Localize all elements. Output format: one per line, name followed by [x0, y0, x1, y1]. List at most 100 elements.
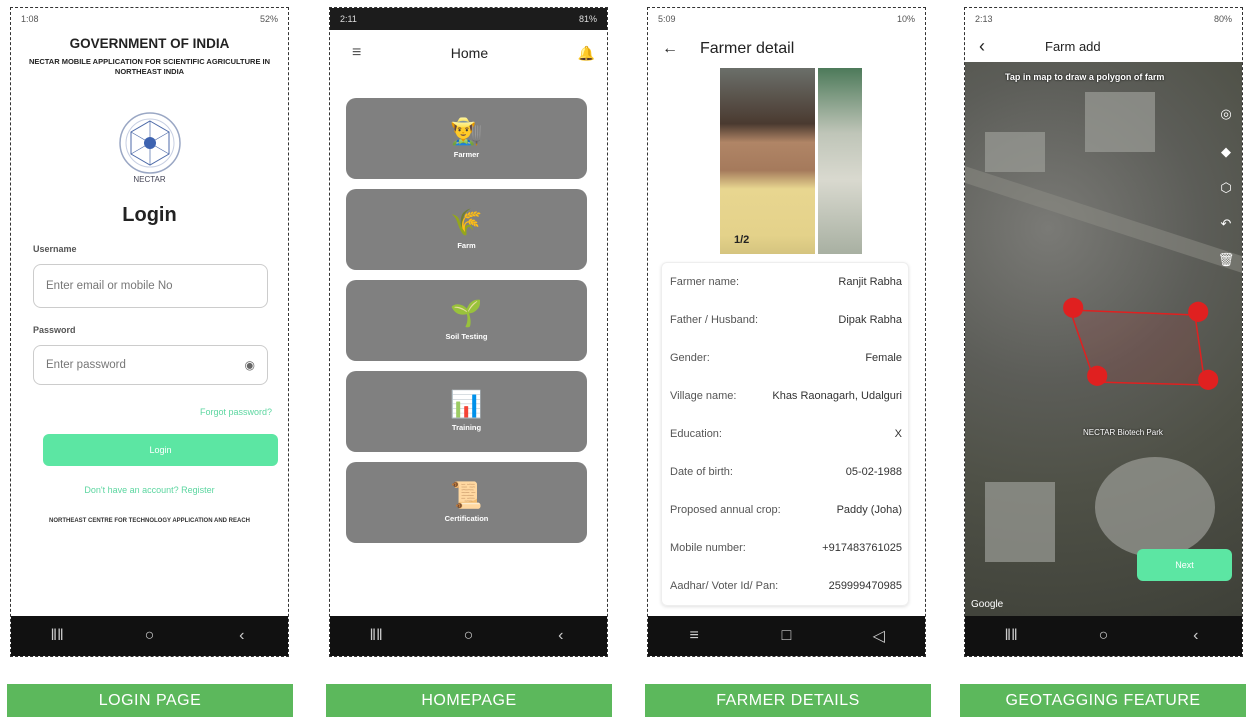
back-arrow-icon[interactable]: ← [662, 40, 678, 58]
login-button[interactable]: Login [43, 434, 278, 466]
home-screen: 2:11 81% ≡ Home 🔔 👨‍🌾 Farmer 🌾 Farm 🌱 So… [329, 7, 608, 657]
caption-homepage: HOMEPAGE [326, 684, 612, 717]
status-battery: 80% [1213, 14, 1232, 24]
photo-counter: 1/2 [734, 234, 750, 246]
page-title: Farm add [1045, 38, 1101, 54]
row-value: X [894, 428, 902, 440]
android-nav-bar: ‖‖ ○ ‹ [330, 616, 607, 656]
detail-row: Farmer name: Ranjit Rabha [662, 263, 908, 301]
card-label: Farmer [453, 150, 480, 159]
map-pin-icon[interactable]: ⬤ [1086, 362, 1108, 387]
username-input[interactable]: Enter email or mobile No [33, 264, 268, 308]
card-farmer[interactable]: 👨‍🌾 Farmer [346, 98, 587, 179]
menu-icon[interactable]: ≡ [352, 44, 361, 62]
home-icon[interactable]: ○ [1088, 627, 1118, 645]
certificate-icon: 📜 [450, 480, 483, 510]
trash-icon[interactable]: 🗑 [1216, 252, 1236, 268]
row-label: Village name: [670, 390, 737, 402]
card-soil-testing[interactable]: 🌱 Soil Testing [346, 280, 587, 361]
status-battery: 52% [259, 14, 278, 24]
detail-row: Date of birth: 05-02-1988 [662, 453, 908, 491]
farmer-detail-screen: 5:09 10% ← Farmer detail 1/2 Farmer name… [647, 7, 926, 657]
card-label: Certification [444, 514, 489, 523]
menu-lines-icon[interactable]: ≡ [679, 627, 709, 645]
soil-icon: 🌱 [450, 298, 483, 328]
app-bar: ≡ Home 🔔 [330, 30, 607, 76]
farmer-photo: 1/2 [720, 68, 815, 254]
map-pin-icon[interactable]: ⬤ [1062, 294, 1084, 319]
card-training[interactable]: 📊 Training [346, 371, 587, 452]
map-pin-icon[interactable]: ⬤ [1197, 366, 1219, 391]
forgot-password-link[interactable]: Forgot password? [11, 407, 272, 417]
map-road [965, 166, 1242, 274]
nectar-logo [11, 111, 288, 175]
place-label: NECTAR Biotech Park [1083, 428, 1163, 437]
chevron-left-icon[interactable]: ‹ [979, 36, 985, 57]
detail-row: Mobile number: +917483761025 [662, 529, 908, 567]
farmer-photo-next [818, 68, 862, 254]
detail-row: Education: X [662, 415, 908, 453]
status-battery: 10% [896, 14, 915, 24]
login-title: Login [122, 204, 177, 226]
back-icon[interactable]: ‹ [546, 627, 576, 645]
home-menu: 👨‍🌾 Farmer 🌾 Farm 🌱 Soil Testing 📊 Train… [330, 98, 607, 543]
eye-icon[interactable]: ◉ [245, 358, 255, 372]
detail-row: Father / Husband: Dipak Rabha [662, 301, 908, 339]
status-bar: 5:09 10% [648, 8, 925, 30]
register-link[interactable]: Don't have an account? Register [11, 485, 288, 495]
caption-farmer-details: FARMER DETAILS [645, 684, 931, 717]
detail-row: Gender: Female [662, 339, 908, 377]
home-icon[interactable]: ○ [453, 627, 483, 645]
status-bar: 2:11 81% [330, 8, 607, 30]
row-value: +917483761025 [822, 542, 902, 554]
app-bar: ← Farmer detail [648, 30, 925, 68]
login-screen: 1:08 52% GOVERNMENT OF INDIA NECTAR MOBI… [10, 7, 289, 657]
satellite-map[interactable]: Tap in map to draw a polygon of farm ◎ ◆… [965, 62, 1242, 616]
map-pin-icon[interactable]: ⬤ [1187, 298, 1209, 323]
locate-icon[interactable]: ◎ [1216, 106, 1236, 122]
logo-text: NECTAR [133, 175, 166, 184]
photo-carousel[interactable]: 1/2 [720, 68, 925, 254]
undo-icon[interactable]: ↶ [1216, 216, 1236, 232]
card-farm[interactable]: 🌾 Farm [346, 189, 587, 270]
map-hint: Tap in map to draw a polygon of farm [1005, 72, 1165, 82]
detail-row: Village name: Khas Raonagarh, Udalguri [662, 377, 908, 415]
bell-icon[interactable]: 🔔 [578, 45, 595, 62]
geotag-screen: 2:13 80% ‹ Farm add Tap in map to draw a… [964, 7, 1243, 657]
footer-text: NORTHEAST CENTRE FOR TECHNOLOGY APPLICAT… [48, 518, 250, 524]
app-subtitle: NECTAR MOBILE APPLICATION FOR SCIENTIFIC… [28, 57, 271, 76]
status-bar: 1:08 52% [11, 8, 288, 30]
map-building [985, 482, 1055, 562]
recents-icon[interactable]: ‖‖ [42, 627, 72, 645]
map-building [1085, 92, 1155, 152]
row-label: Gender: [670, 352, 710, 364]
row-value: 259999470985 [828, 580, 902, 592]
back-icon[interactable]: ‹ [227, 627, 257, 645]
status-time: 1:08 [21, 14, 39, 24]
recents-icon[interactable]: ‖‖ [361, 627, 391, 645]
detail-row: Aadhar/ Voter Id/ Pan: 259999470985 [662, 567, 908, 605]
android-nav-bar: ‖‖ ○ ‹ [965, 616, 1242, 656]
password-input[interactable]: Enter password ◉ [33, 345, 268, 385]
card-certification[interactable]: 📜 Certification [346, 462, 587, 543]
row-label: Farmer name: [670, 276, 740, 288]
caption-geotagging: GEOTAGGING FEATURE [960, 684, 1246, 717]
next-button[interactable]: Next [1137, 549, 1232, 581]
row-label: Aadhar/ Voter Id/ Pan: [670, 580, 779, 592]
status-time: 2:11 [340, 14, 357, 24]
row-label: Father / Husband: [670, 314, 759, 326]
map-building [985, 132, 1045, 172]
recents-icon[interactable]: ‖‖ [996, 627, 1026, 645]
row-label: Proposed annual crop: [670, 504, 781, 516]
back-icon[interactable]: ‹ [1181, 627, 1211, 645]
home-icon[interactable]: ○ [134, 627, 164, 645]
layers-icon[interactable]: ◆ [1216, 144, 1236, 160]
home-icon[interactable]: □ [771, 627, 801, 645]
farm-icon: 🌾 [450, 207, 483, 237]
row-label: Mobile number: [670, 542, 746, 554]
google-attribution: Google [971, 599, 1004, 610]
row-value: Ranjit Rabha [838, 276, 902, 288]
back-icon[interactable]: ◁ [864, 626, 894, 646]
card-label: Farm [457, 241, 476, 250]
polygon-icon[interactable]: ⬡ [1216, 180, 1236, 196]
